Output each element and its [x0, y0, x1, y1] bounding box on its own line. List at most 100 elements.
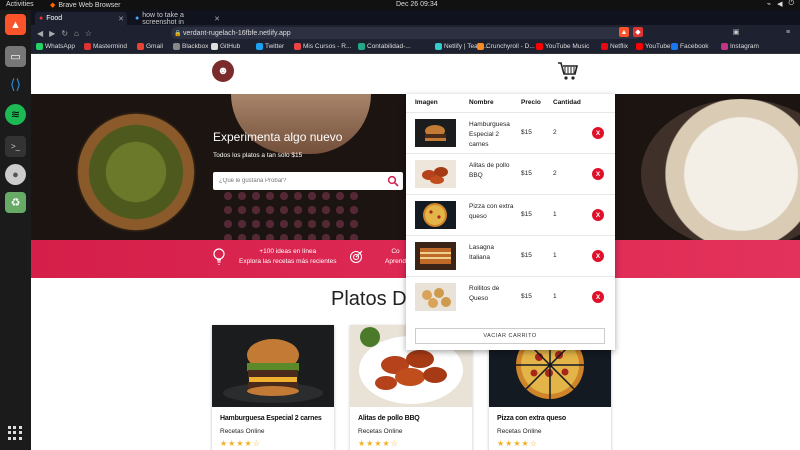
star-rating: ★★★★☆ [358, 439, 399, 448]
star-rating: ★★★★☆ [220, 439, 261, 448]
bookmark-favicon-icon [36, 43, 43, 50]
brave-browser-icon[interactable]: ▲ [5, 14, 26, 35]
bookmark-item[interactable]: GitHub [211, 43, 240, 50]
remove-item-button[interactable]: X [592, 209, 604, 221]
bookmark-item[interactable]: Mastermind [84, 43, 127, 50]
bookmark-item[interactable]: YouTube [636, 43, 671, 50]
bookmark-label: Facebook [680, 43, 709, 50]
remove-item-button[interactable]: X [592, 250, 604, 262]
section-title: Platos D [331, 288, 407, 310]
cart-item-name: Pizza con extra queso [469, 203, 514, 220]
bookmark-item[interactable]: YouTube Music [536, 43, 589, 50]
tab-food[interactable]: ● Food ✕ [35, 12, 127, 25]
tab-title: how to take a screenshot in [142, 11, 184, 26]
activities-button[interactable]: Activities [6, 1, 34, 8]
target-icon [349, 250, 363, 264]
disc-icon[interactable]: ● [5, 164, 26, 185]
cart-item-quantity: 1 [553, 252, 557, 259]
show-apps-icon[interactable] [8, 426, 22, 440]
bookmark-item[interactable]: Instagram [721, 43, 759, 50]
cart-item-quantity: 2 [553, 129, 557, 136]
bookmark-label: Mastermind [93, 43, 127, 50]
bookmark-favicon-icon [137, 43, 144, 50]
card-title[interactable]: Pizza con extra queso [497, 415, 566, 422]
bookmark-label: Netflix [610, 43, 629, 50]
food-favicon-icon: ● [39, 15, 44, 22]
bookmark-favicon-icon [636, 43, 643, 50]
card-title[interactable]: Alitas de pollo BBQ [358, 415, 420, 422]
cart-item-name: Alitas de pollo BBQ [469, 162, 510, 179]
search-icon[interactable] [387, 175, 399, 187]
back-icon[interactable]: ◀ [37, 29, 43, 38]
cart-item-name: Hamburguesa Especial 2 carnes [469, 121, 510, 148]
bookmark-item[interactable]: WhatsApp [36, 43, 75, 50]
bookmark-item[interactable]: Facebook [671, 43, 709, 50]
bookmark-item[interactable]: Twitter [256, 43, 284, 50]
bookmark-label: YouTube [645, 43, 671, 50]
bookmark-icon[interactable]: ☆ [85, 29, 92, 38]
remove-item-button[interactable]: X [592, 168, 604, 180]
bookmark-item[interactable]: Netflix [601, 43, 628, 50]
bookmark-item[interactable]: Mis Cursos - R... [294, 43, 351, 50]
empty-cart-button[interactable]: VACIAR CARRITO [415, 328, 605, 344]
header-name: Nombre [469, 99, 494, 106]
bookmark-favicon-icon [477, 43, 484, 50]
brave-shields-icon[interactable]: ▲ [619, 27, 629, 37]
browser-toolbar: ◀ ▶ ↻ ⌂ ☆ 🔒 verdant-rugelach-16fbfe.netl… [31, 25, 800, 41]
close-tab-icon[interactable]: ✕ [118, 15, 124, 23]
lightbulb-icon [213, 248, 225, 265]
bookmark-label: Mis Cursos - R... [303, 43, 352, 50]
bookmark-item[interactable]: Crunchyroll - D... [477, 43, 535, 50]
forward-icon[interactable]: ▶ [49, 29, 55, 38]
home-icon[interactable]: ⌂ [74, 29, 79, 38]
close-tab-icon[interactable]: ✕ [214, 15, 220, 23]
remove-item-button[interactable]: X [592, 291, 604, 303]
site-logo[interactable]: ☻ [212, 60, 234, 82]
bookmarks-bar: WhatsApp Mastermind Gmail Blackbox GitHub Twi… [31, 41, 800, 54]
active-app-indicator[interactable]: ◆ Brave Web Browser [50, 1, 121, 10]
rewards-icon[interactable]: ◆ [633, 27, 643, 37]
shopping-cart-icon[interactable] [556, 59, 580, 83]
cart-item-quantity: 1 [553, 211, 557, 218]
header-qty: Cantidad [553, 99, 581, 106]
cart-row: Hamburguesa Especial 2 carnes $15 2 X [406, 112, 615, 153]
terminal-icon[interactable]: >_ [5, 136, 26, 157]
search-box [213, 172, 403, 190]
extensions-icon[interactable]: ▣ [731, 27, 741, 37]
system-tray[interactable]: ⌁ ◀ ⏻ [767, 0, 794, 8]
trash-icon[interactable]: ♻ [5, 192, 26, 213]
tab-screenshot-help[interactable]: ● how to take a screenshot in ✕ [131, 11, 223, 26]
tab-title: Food [46, 15, 63, 22]
bookmark-item[interactable]: Gmail [137, 43, 163, 50]
reload-icon[interactable]: ↻ [61, 29, 68, 38]
clock[interactable]: Dec 26 09:34 [396, 1, 438, 8]
site-header: ☻ [31, 54, 800, 94]
cart-dropdown: Imagen Nombre Precio Cantidad Hamburgues… [406, 94, 615, 350]
spotify-icon[interactable]: ≋ [5, 104, 26, 125]
bookmark-label: Contabilidad-... [367, 43, 411, 50]
star-rating: ★★★★☆ [497, 439, 538, 448]
search-input[interactable] [219, 176, 384, 186]
bookmark-favicon-icon [256, 43, 263, 50]
remove-item-button[interactable]: X [592, 127, 604, 139]
bookmark-label: WhatsApp [45, 43, 75, 50]
bookmark-item[interactable]: Blackbox [173, 43, 208, 50]
cart-item-thumbnail [415, 201, 456, 229]
network-icon: ⌁ [766, 1, 772, 8]
bookmark-favicon-icon [601, 43, 608, 50]
card-title[interactable]: Hamburguesa Especial 2 carnes [220, 415, 322, 422]
app-name: Brave Web Browser [58, 1, 121, 9]
grapes-image [221, 189, 361, 240]
browser-window: ● Food ✕ ● how to take a screenshot in ✕… [31, 10, 800, 450]
address-bar[interactable]: 🔒 verdant-rugelach-16fbfe.netlify.app [171, 27, 641, 39]
menu-icon[interactable]: ≡ [783, 27, 793, 37]
files-icon[interactable]: ▭ [5, 46, 26, 67]
vscode-icon[interactable]: ⟨⟩ [5, 74, 26, 95]
website: ☻ Experimenta algo nuevo Todos los plato… [31, 54, 800, 450]
recipe-card[interactable]: Hamburguesa Especial 2 carnes Recetas On… [212, 325, 334, 450]
header-image: Imagen [415, 99, 438, 106]
bookmark-item[interactable]: Contabilidad-... [358, 43, 411, 50]
bookmark-favicon-icon [435, 43, 442, 50]
tab-strip: ● Food ✕ ● how to take a screenshot in ✕ [31, 10, 800, 26]
bookmark-label: Twitter [265, 43, 285, 50]
